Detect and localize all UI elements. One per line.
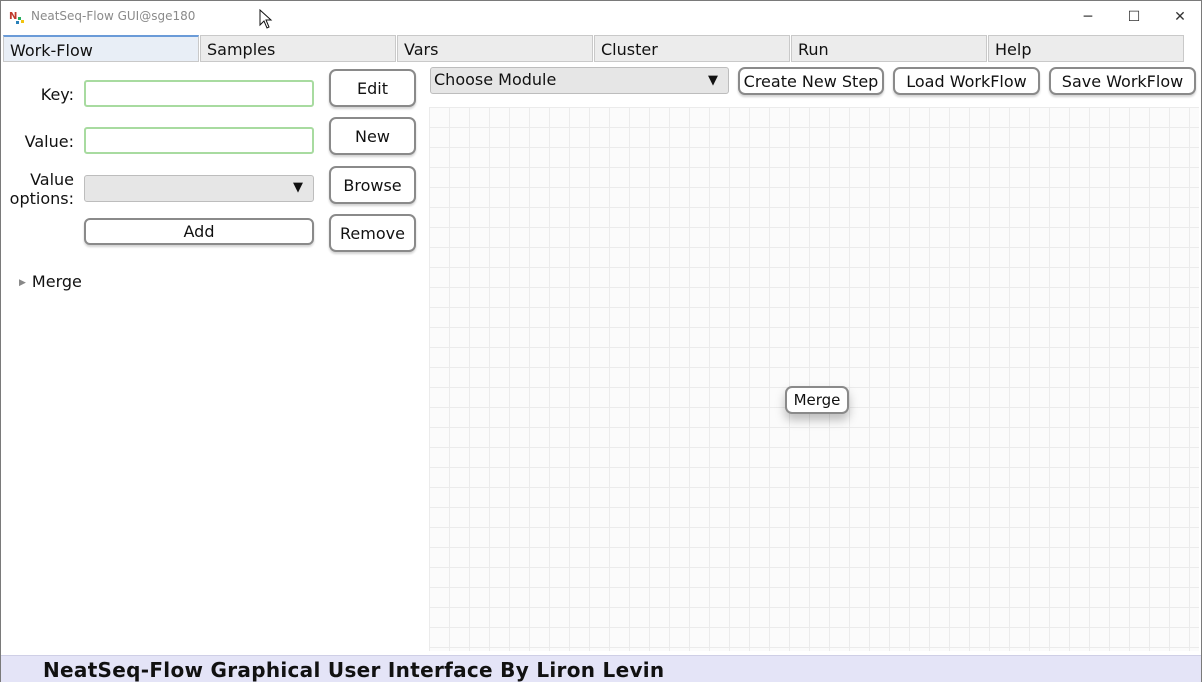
new-button[interactable]: New <box>329 117 416 155</box>
choose-module-value: Choose Module <box>434 70 557 89</box>
value-options-select[interactable]: ▼ <box>84 175 314 202</box>
maximize-icon: ☐ <box>1127 9 1141 25</box>
value-input[interactable] <box>84 127 314 154</box>
footer-bar: NeatSeq-Flow Graphical User Interface By… <box>1 655 1201 682</box>
title-bar: N NeatSeq-Flow GUI@sge180 ─ ☐ ✕ <box>1 1 1201 33</box>
edit-button[interactable]: Edit <box>329 69 416 107</box>
app-logo-icon: N <box>9 11 24 24</box>
load-workflow-button[interactable]: Load WorkFlow <box>893 67 1040 95</box>
value-options-label: Value options: <box>5 170 74 208</box>
maximize-button[interactable]: ☐ <box>1111 1 1157 33</box>
window-title: NeatSeq-Flow GUI@sge180 <box>31 9 196 23</box>
mouse-cursor-icon <box>259 9 273 29</box>
key-input[interactable] <box>84 80 314 107</box>
tab-run[interactable]: Run <box>791 35 987 62</box>
tab-work-flow[interactable]: Work-Flow <box>3 35 199 62</box>
choose-module-select[interactable]: Choose Module ▼ <box>430 67 729 94</box>
chevron-down-icon: ▼ <box>708 73 718 88</box>
close-icon: ✕ <box>1174 9 1186 25</box>
save-workflow-button[interactable]: Save WorkFlow <box>1049 67 1196 95</box>
value-options-label-line2: options: <box>9 189 74 208</box>
minimize-icon: ─ <box>1083 9 1093 25</box>
footer-credit: NeatSeq-Flow Graphical User Interface By… <box>43 658 665 682</box>
tab-vars[interactable]: Vars <box>397 35 593 62</box>
add-button[interactable]: Add <box>84 218 314 245</box>
minimize-button[interactable]: ─ <box>1065 1 1111 33</box>
expand-arrow-icon[interactable]: ▶ <box>19 278 26 288</box>
tab-help[interactable]: Help <box>988 35 1184 62</box>
tab-cluster[interactable]: Cluster <box>594 35 790 62</box>
value-label: Value: <box>24 132 74 151</box>
app-window: N NeatSeq-Flow GUI@sge180 ─ ☐ ✕ Work-Flo… <box>0 0 1202 682</box>
close-button[interactable]: ✕ <box>1157 1 1202 33</box>
value-options-label-line1: Value <box>30 170 74 189</box>
chevron-down-icon: ▼ <box>293 180 303 195</box>
create-new-step-button[interactable]: Create New Step <box>738 67 884 95</box>
tab-samples[interactable]: Samples <box>200 35 396 62</box>
key-label: Key: <box>40 85 74 104</box>
workflow-canvas[interactable] <box>429 107 1199 651</box>
svg-text:N: N <box>9 11 17 22</box>
tree-item-label: Merge <box>31 272 82 291</box>
tree-item-merge[interactable]: ▶ Merge <box>19 272 82 291</box>
remove-button[interactable]: Remove <box>329 214 416 252</box>
browse-button[interactable]: Browse <box>329 166 416 204</box>
workflow-node-merge[interactable]: Merge <box>785 386 849 414</box>
